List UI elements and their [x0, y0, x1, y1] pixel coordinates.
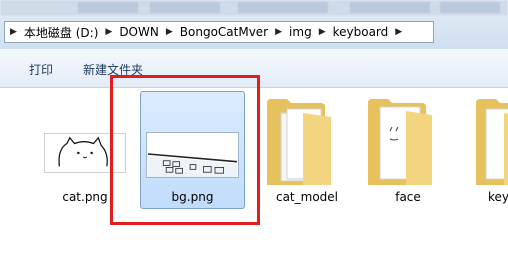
file-name: face — [395, 190, 421, 204]
chevron-right-icon[interactable]: ▶ — [390, 27, 407, 37]
breadcrumb-img[interactable]: img — [287, 25, 314, 39]
folder-item-key[interactable]: key — [470, 93, 508, 205]
highlight-annotation-box — [110, 75, 260, 225]
folder-icon — [368, 99, 432, 185]
blurred-tab — [350, 2, 430, 13]
print-button[interactable]: 打印 — [29, 61, 53, 78]
chevron-right-icon[interactable]: ▶ — [270, 27, 287, 37]
folder-icon — [267, 99, 331, 185]
chevron-right-icon[interactable]: ▶ — [100, 27, 117, 37]
breadcrumb-keyboard[interactable]: keyboard — [331, 25, 391, 39]
breadcrumb-down[interactable]: DOWN — [117, 25, 161, 39]
chevron-right-icon[interactable]: ▶ — [5, 27, 22, 37]
file-name: key — [488, 190, 508, 204]
folder-icon — [476, 99, 508, 185]
breadcrumb-drive[interactable]: 本地磁盘 (D:) — [22, 24, 100, 41]
address-bar-area: ▶ 本地磁盘 (D:) ▶ DOWN ▶ BongoCatMver ▶ img … — [0, 16, 508, 49]
folder-item-face[interactable]: face — [358, 93, 458, 205]
chevron-right-icon[interactable]: ▶ — [161, 27, 178, 37]
address-bar[interactable]: ▶ 本地磁盘 (D:) ▶ DOWN ▶ BongoCatMver ▶ img … — [4, 21, 434, 43]
file-name: cat_model — [275, 190, 339, 204]
blurred-tab — [150, 2, 220, 13]
browser-tab-strip — [0, 0, 508, 16]
blurred-tab — [78, 2, 138, 13]
folder-item-cat-model[interactable]: cat_model — [257, 93, 357, 205]
blurred-tab — [238, 2, 328, 13]
chevron-right-icon[interactable]: ▶ — [314, 27, 331, 37]
blurred-tab — [440, 2, 500, 13]
breadcrumb-bongocatmver[interactable]: BongoCatMver — [178, 25, 270, 39]
